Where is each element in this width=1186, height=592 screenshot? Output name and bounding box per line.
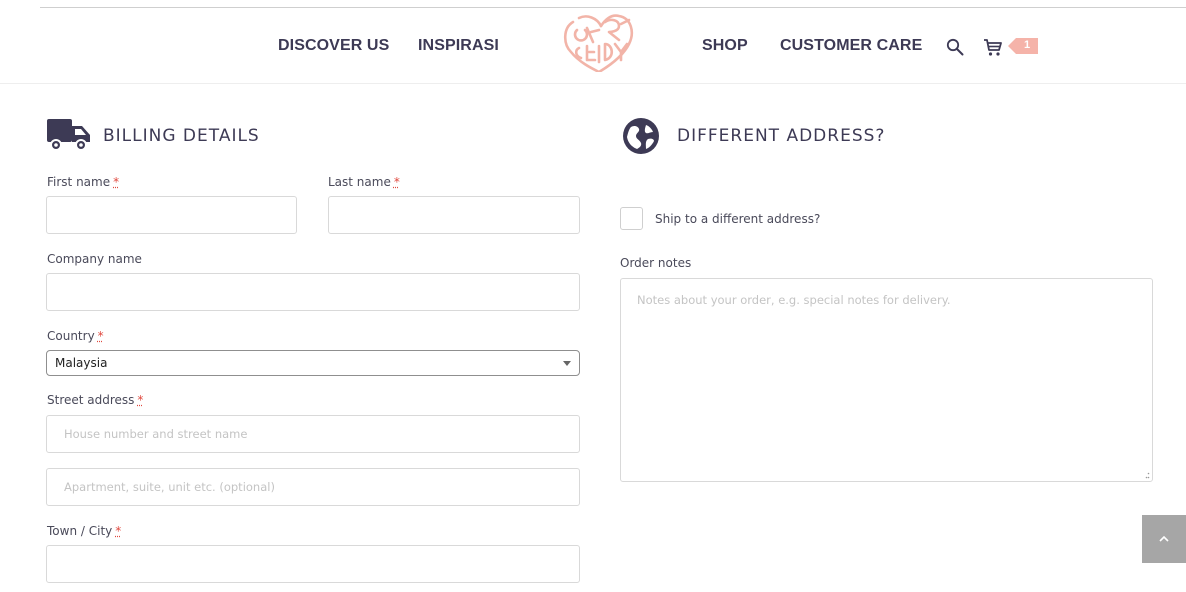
- required-mark: *: [137, 393, 144, 407]
- nav-inspirasi[interactable]: INSPIRASI: [418, 37, 499, 55]
- truck-icon: [47, 119, 90, 151]
- brand-logo[interactable]: [561, 8, 637, 72]
- town-city-label-text: Town / City: [47, 524, 113, 538]
- apartment-field[interactable]: [46, 468, 580, 506]
- country-label-text: Country: [47, 329, 95, 343]
- chevron-up-icon: [1159, 535, 1169, 542]
- required-mark: *: [97, 329, 104, 343]
- required-mark: *: [393, 175, 400, 189]
- country-select[interactable]: Malaysia: [46, 350, 580, 376]
- last-name-label-text: Last name: [328, 175, 391, 189]
- street-address-label: Street address *: [47, 393, 143, 407]
- company-name-field[interactable]: [46, 273, 580, 311]
- search-icon[interactable]: [946, 38, 964, 56]
- different-address-heading: DIFFERENT ADDRESS?: [622, 117, 885, 155]
- last-name-label: Last name *: [328, 175, 400, 189]
- company-name-label: Company name: [47, 252, 142, 266]
- ship-different-address-checkbox[interactable]: [620, 207, 643, 230]
- street-address-field[interactable]: [46, 415, 580, 453]
- globe-icon: [623, 118, 659, 154]
- chevron-down-icon: [563, 361, 571, 366]
- order-notes-label: Order notes: [620, 256, 692, 270]
- nav-shop[interactable]: SHOP: [702, 37, 748, 55]
- order-notes-field[interactable]: [620, 278, 1153, 482]
- site-header: DISCOVER US INSPIRASI SHOP CUSTOMER CARE: [0, 8, 1186, 84]
- required-mark: *: [115, 524, 122, 538]
- scroll-to-top-button[interactable]: [1142, 515, 1186, 563]
- required-mark: *: [113, 175, 120, 189]
- town-city-field[interactable]: [46, 545, 580, 583]
- street-address-label-text: Street address: [47, 393, 135, 407]
- different-address-title: DIFFERENT ADDRESS?: [677, 126, 886, 146]
- town-city-label: Town / City *: [47, 524, 121, 538]
- billing-details-title: BILLING DETAILS: [103, 126, 260, 146]
- cart-count-badge[interactable]: 1: [1008, 38, 1038, 54]
- country-selected-value: Malaysia: [55, 356, 108, 370]
- cart-icon[interactable]: [983, 38, 1003, 57]
- resize-grip-icon[interactable]: [1141, 470, 1150, 479]
- ship-different-address-label[interactable]: Ship to a different address?: [655, 212, 820, 226]
- country-label: Country *: [47, 329, 104, 343]
- nav-discover-us[interactable]: DISCOVER US: [278, 37, 389, 55]
- first-name-label: First name *: [47, 175, 119, 189]
- first-name-label-text: First name: [47, 175, 111, 189]
- last-name-field[interactable]: [328, 196, 580, 234]
- first-name-field[interactable]: [46, 196, 297, 234]
- billing-details-heading: BILLING DETAILS: [47, 119, 260, 151]
- nav-customer-care[interactable]: CUSTOMER CARE: [780, 37, 922, 55]
- cart-count: 1: [1023, 39, 1031, 51]
